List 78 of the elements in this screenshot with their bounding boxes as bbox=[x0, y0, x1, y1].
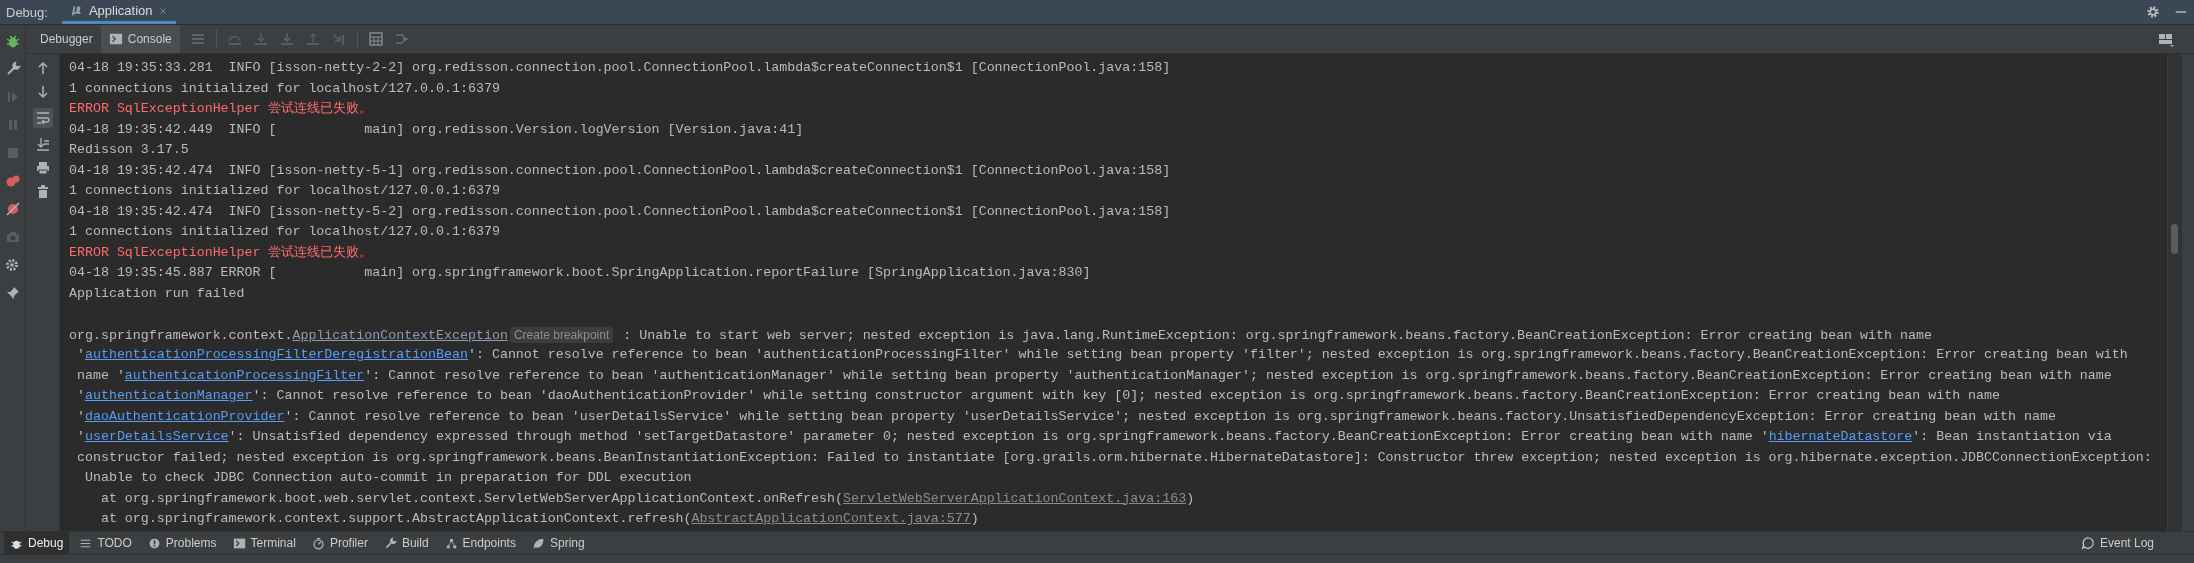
run-to-cursor-icon[interactable] bbox=[330, 31, 347, 47]
menu-icon[interactable] bbox=[189, 31, 206, 47]
bean-link[interactable]: userDetailsService bbox=[84, 429, 229, 444]
settings-icon[interactable] bbox=[4, 257, 21, 273]
calculator-icon[interactable] bbox=[367, 31, 384, 47]
log-text: at org.springframework.boot.web.servlet.context.ServletWebServerApplicationContext.onRefresh( bbox=[99, 490, 843, 506]
error-log-line: ERROR SqlExceptionHelper 尝试连线已失败。 bbox=[69, 243, 373, 262]
log-text: ': Bean instantiation via bbox=[1912, 429, 2112, 444]
log-line: 1 connections initialized for localhost/127.0.0.1:6379 bbox=[69, 223, 500, 241]
log-text: : Unable to start web server; nested exception is java.lang.RuntimeException: org.springframework.beans.factory.BeanCreationException: Error creating bean with name bbox=[622, 327, 1932, 343]
source-file-link[interactable]: ServletWebServerApplicationContext.java:163 bbox=[843, 490, 1187, 506]
speech-bubble-icon bbox=[2080, 536, 2095, 550]
log-line: Unable to check JDBC Connection auto-commit in preparation for DDL execution bbox=[83, 469, 692, 487]
event-log-button[interactable]: Event Log bbox=[2074, 532, 2160, 554]
log-text: ) bbox=[970, 511, 979, 526]
debug-tab[interactable]: Debugger bbox=[32, 25, 101, 53]
log-text: ) bbox=[1186, 490, 1195, 506]
error-log-line: ERROR SqlExceptionHelper 尝试连线已失败。 bbox=[69, 100, 373, 118]
log-line: 04-18 19:35:42.474 INFO [isson-netty-5-1] org.redisson.connection.pool.ConnectionPool.lambda$createConnection$1 [ConnectionPool.java:158] bbox=[69, 161, 1171, 180]
log-line: 1 connections initialized for localhost/127.0.0.1:6379 bbox=[69, 79, 500, 98]
source-file-link[interactable]: AbstractApplicationContext.java:577 bbox=[691, 511, 971, 526]
log-text: ': Cannot resolve reference to bean 'authenticationProcessingFilter' while setting bean property 'filter'; nested exception is org.springframework.beans.factory.BeanCreationException: Error creating bean with bbox=[468, 347, 2128, 362]
force-step-into-icon[interactable] bbox=[278, 31, 295, 47]
layout-icon[interactable] bbox=[2158, 31, 2174, 47]
bean-link[interactable]: hibernateDatastore bbox=[1768, 429, 1913, 444]
log-text: name ' bbox=[75, 367, 125, 383]
log-text: ': Cannot resolve reference to bean 'authenticationManager' while setting bean property 'authenticationManager'; nested exception is org.springframework.beans.factory.BeanCreationException: Error creating bean with name bbox=[364, 367, 2112, 383]
scroll-to-end-icon[interactable] bbox=[34, 136, 51, 152]
console-icon bbox=[108, 32, 123, 46]
log-text: ': Unsatisfied dependency expressed through method 'setTargetDatastore' parameter 0; nested exception is org.springframework.beans.factory.BeanCreationException: Error creating bean with name ' bbox=[228, 429, 1769, 444]
log-text: org.springframework.context. bbox=[69, 327, 293, 343]
log-text: ': Cannot resolve reference to bean 'daoAuthenticationProvider' while setting constructor argument with key [0]; nested exception is org.springframework.beans.factory.BeanCreationException: Error creating bean with name bbox=[252, 388, 2001, 403]
camera-icon[interactable] bbox=[4, 229, 21, 245]
bean-link[interactable]: authenticationProcessingFilterDeregistrationBean bbox=[84, 347, 468, 362]
tool-window-button[interactable]: TODO bbox=[73, 532, 138, 554]
log-line: 04-18 19:35:42.474 INFO [isson-netty-5-2] org.redisson.connection.pool.ConnectionPool.lambda$createConnection$1 [ConnectionPool.java:158] bbox=[69, 202, 1171, 221]
mute-breakpoints-icon[interactable] bbox=[4, 201, 21, 217]
stopwatch-icon bbox=[311, 536, 325, 550]
log-line: Application run failed bbox=[69, 284, 245, 303]
log-line: Redisson 3.17.5 bbox=[69, 141, 189, 159]
close-icon[interactable] bbox=[157, 5, 168, 16]
debug-tab[interactable]: Console bbox=[100, 25, 180, 53]
print-icon[interactable] bbox=[34, 160, 51, 176]
log-line: constructor failed; nested exception is org.springframework.beans.BeanInstantiationException: Failed to instantiate [org.grails.orm.hibernate.HibernateDatastore]: Constructor threw exception; nested exception is org.hibernate.exception.JDBCConnectionException: bbox=[75, 448, 2152, 467]
bean-link[interactable]: daoAuthenticationProvider bbox=[84, 408, 285, 424]
tool-window-button[interactable]: Profiler bbox=[305, 532, 374, 554]
step-out-icon[interactable] bbox=[304, 31, 321, 47]
scrollbar[interactable] bbox=[2167, 54, 2182, 531]
log-text: ' bbox=[75, 429, 85, 444]
nodes-icon bbox=[444, 536, 458, 550]
log-text: at org.springframework.context.support.AbstractApplicationContext.refresh( bbox=[99, 511, 692, 526]
tool-window-button[interactable]: Debug bbox=[4, 532, 70, 554]
step-into-icon[interactable] bbox=[252, 31, 269, 47]
panel-label: Debug: bbox=[6, 4, 48, 20]
tool-window-button[interactable]: Terminal bbox=[226, 532, 302, 554]
settings-icon[interactable] bbox=[2146, 5, 2160, 19]
log-line: 04-18 19:35:45.887 ERROR [ main] org.springframework.boot.SpringApplication.reportFailure [SpringApplication.java:830] bbox=[69, 264, 1091, 282]
warning-icon bbox=[147, 536, 161, 550]
log-line: 04-18 19:35:33.281 INFO [isson-netty-2-2] org.redisson.connection.pool.ConnectionPool.lambda$createConnection$1 [ConnectionPool.java:158] bbox=[69, 59, 1171, 77]
log-line: 04-18 19:35:42.449 INFO [ main] org.redisson.Version.logVersion [Version.java:41] bbox=[69, 120, 804, 139]
bug-icon[interactable] bbox=[4, 33, 21, 49]
tool-window-button[interactable]: Spring bbox=[525, 532, 591, 554]
soft-wrap-icon[interactable] bbox=[34, 110, 51, 126]
leaf-icon bbox=[531, 536, 545, 550]
tool-window-button[interactable]: Problems bbox=[141, 532, 223, 554]
bean-link[interactable]: authenticationProcessingFilter bbox=[124, 367, 365, 383]
log-text: ' bbox=[75, 388, 85, 403]
log-text: ': Cannot resolve reference to bean 'userDetailsService' while setting bean property 'userDetailsService'; nested exception is org.springframework.beans.factory.UnsatisfiedDependencyException: Error creating bean with name bbox=[284, 408, 2056, 424]
bean-link[interactable]: authenticationManager bbox=[84, 388, 253, 403]
log-text: ' bbox=[75, 347, 85, 362]
exception-class-link[interactable]: ApplicationContextException bbox=[292, 327, 508, 343]
log-text: ' bbox=[75, 408, 85, 424]
log-line: 1 connections initialized for localhost/127.0.0.1:6379 bbox=[69, 182, 500, 200]
tool-window-button[interactable]: Endpoints bbox=[438, 532, 522, 554]
terminal-icon bbox=[232, 536, 246, 550]
create-breakpoint-button[interactable]: Create breakpoint bbox=[509, 326, 614, 343]
breakpoints-icon[interactable] bbox=[4, 173, 21, 189]
tool-window-button[interactable]: Build bbox=[377, 532, 435, 554]
